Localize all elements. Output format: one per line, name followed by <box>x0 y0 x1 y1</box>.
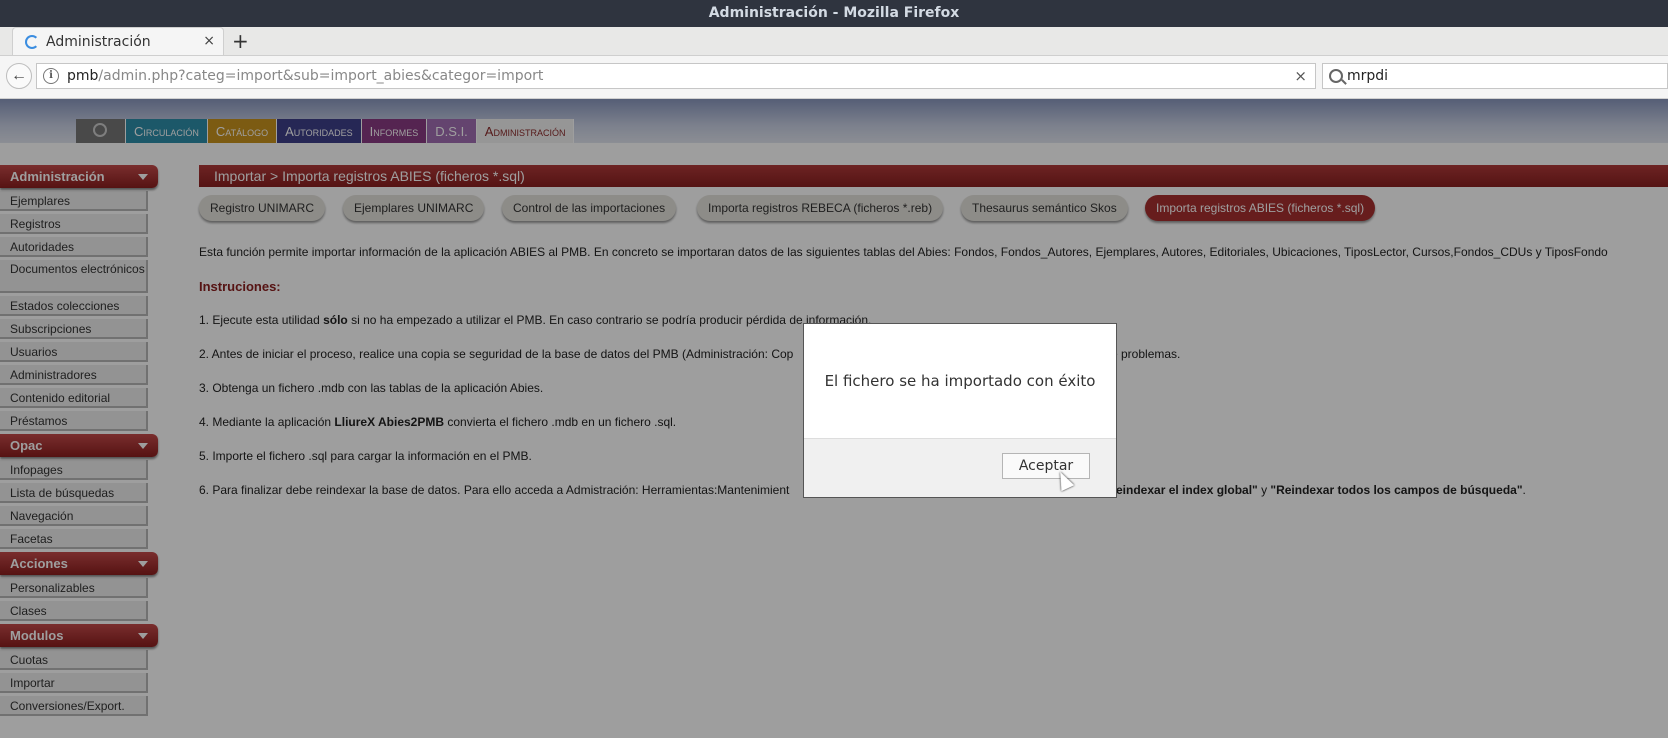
info-icon[interactable]: i <box>43 68 59 84</box>
url-bar[interactable]: i pmb/admin.php?categ=import&sub=import_… <box>36 63 1316 89</box>
new-tab-button[interactable]: + <box>232 29 249 53</box>
window-title: Administración - Mozilla Firefox <box>708 5 960 21</box>
search-input[interactable]: mrpdi <box>1347 68 1388 84</box>
url-host: pmb <box>67 68 99 84</box>
back-button[interactable]: ← <box>6 63 32 89</box>
clear-url-icon[interactable]: × <box>1294 67 1307 85</box>
navigation-bar: ← i pmb/admin.php?categ=import&sub=impor… <box>0 56 1668 99</box>
browser-tab[interactable]: Administración × <box>12 27 224 55</box>
tab-close-icon[interactable]: × <box>203 33 215 49</box>
tab-strip: Administración × + <box>0 27 1668 56</box>
dialog-footer: Aceptar <box>804 438 1116 497</box>
loading-spinner-icon <box>25 35 39 49</box>
dialog-message: El fichero se ha importado con éxito <box>824 372 1096 390</box>
search-icon <box>1329 69 1343 83</box>
url-text[interactable]: pmb/admin.php?categ=import&sub=import_ab… <box>67 68 543 84</box>
accept-button[interactable]: Aceptar <box>1002 453 1090 479</box>
arrow-left-icon: ← <box>11 67 27 84</box>
search-bar[interactable]: mrpdi <box>1322 63 1668 89</box>
url-path: /admin.php?categ=import&sub=import_abies… <box>98 68 544 84</box>
tab-title: Administración <box>46 34 151 50</box>
window-title-bar: Administración - Mozilla Firefox <box>0 0 1668 27</box>
alert-dialog: El fichero se ha importado con éxito Ace… <box>803 323 1117 498</box>
